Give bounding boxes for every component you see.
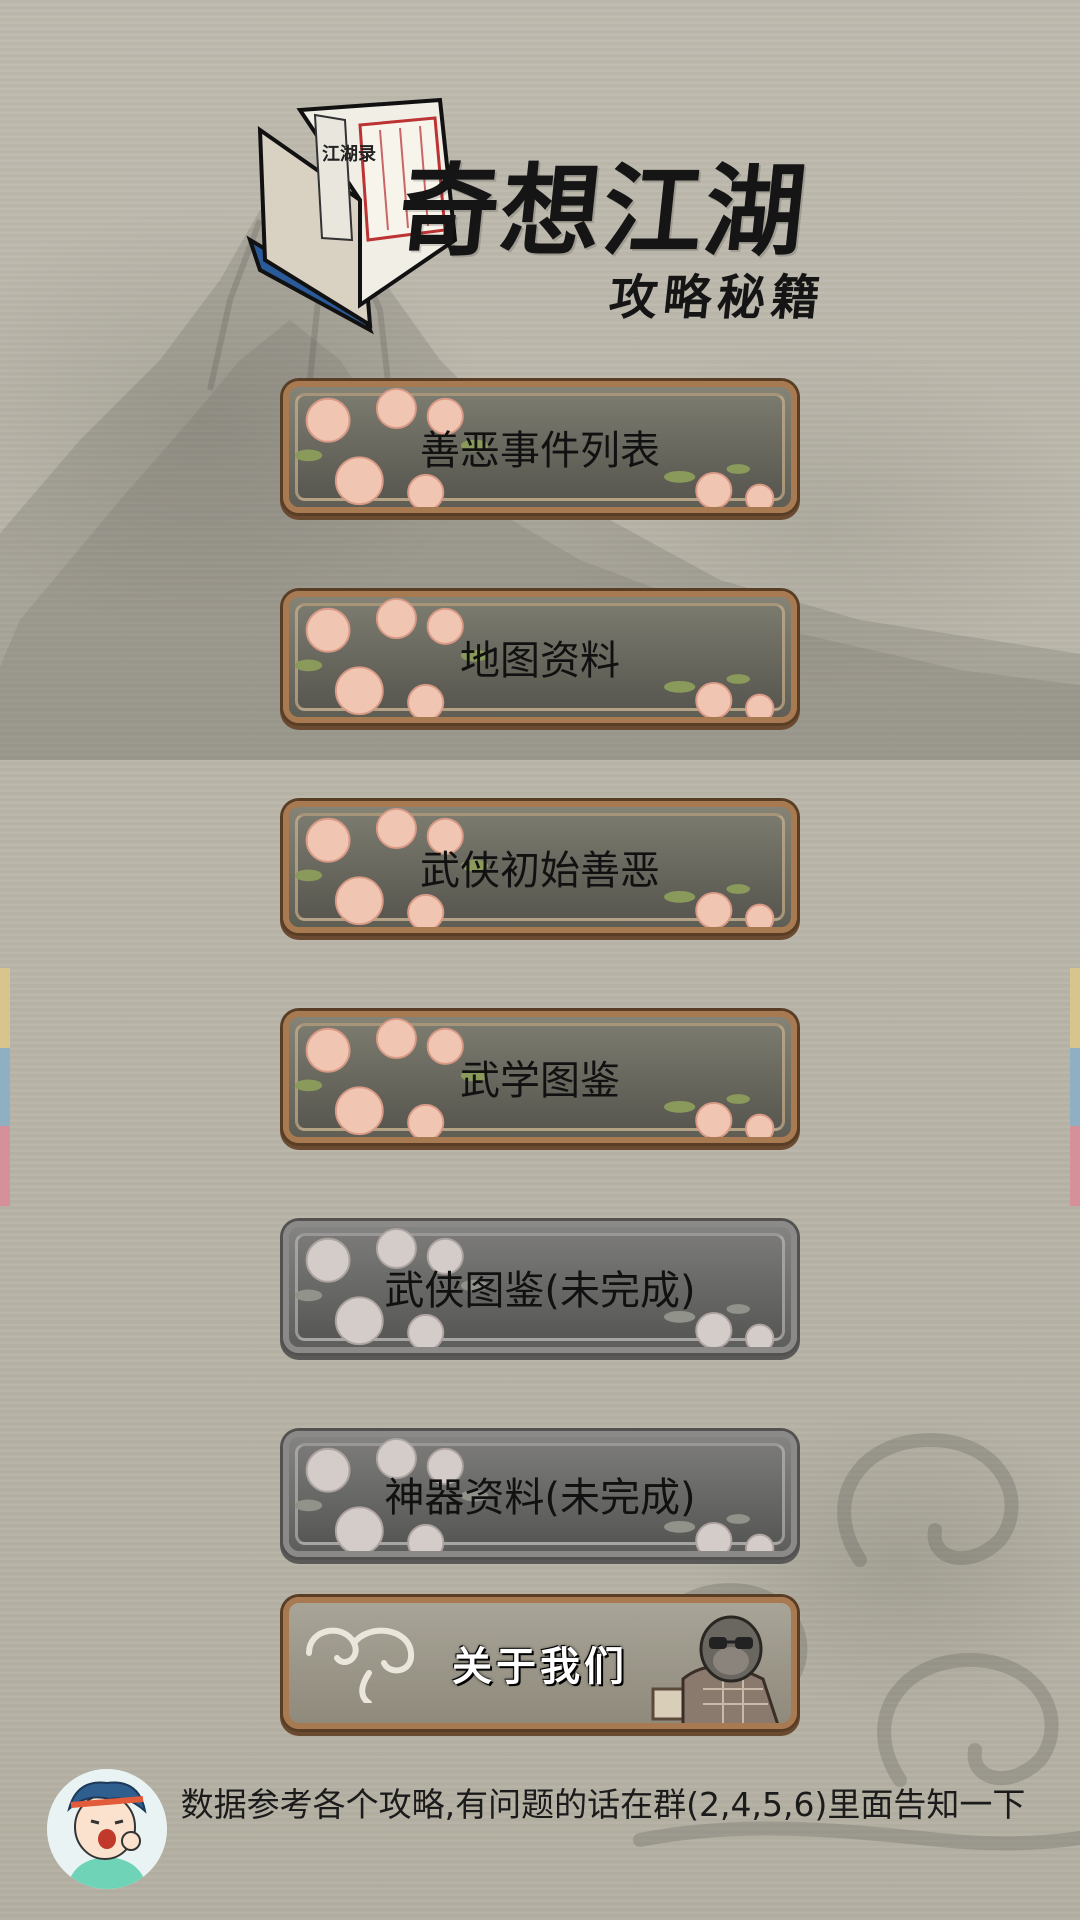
menu-button-hero-atlas[interactable]: 武侠图鉴(未完成) xyxy=(283,1221,797,1353)
menu-button-map-data[interactable]: 地图资料 xyxy=(283,591,797,723)
side-tab-pink-left xyxy=(0,1126,10,1206)
side-tab-yellow-left xyxy=(0,968,10,1048)
logo-title: 奇想江湖 xyxy=(392,152,814,270)
book-cover-text: 江湖录 xyxy=(322,144,376,165)
menu-button-initial-good-evil[interactable]: 武侠初始善恶 xyxy=(283,801,797,933)
menu-button-good-evil-events[interactable]: 善恶事件列表 xyxy=(283,381,797,513)
menu-button-martial-arts-atlas[interactable]: 武学图鉴 xyxy=(283,1011,797,1143)
menu-button-artifact-data[interactable]: 神器资料(未完成) xyxy=(283,1431,797,1557)
menu-label: 武学图鉴 xyxy=(460,1058,620,1104)
menu-label: 神器资料(未完成) xyxy=(384,1475,696,1521)
cartoon-boy-avatar-icon xyxy=(47,1769,167,1889)
side-tab-blue-left xyxy=(0,1048,10,1126)
game-logo: 江湖录 奇想江湖 攻略秘籍 xyxy=(240,90,840,340)
menu-label: 地图资料 xyxy=(460,638,620,684)
side-tab-yellow-right xyxy=(1070,968,1080,1048)
menu-label: 武侠图鉴(未完成) xyxy=(384,1268,696,1314)
about-us-button[interactable]: 关于我们 xyxy=(283,1597,797,1729)
avatar xyxy=(47,1769,167,1889)
side-tab-pink-right xyxy=(1070,1126,1080,1206)
footer-note: 数据参考各个攻略,有问题的话在群(2,4,5,6)里面告知一下 xyxy=(180,1785,1026,1824)
side-tab-blue-right xyxy=(1070,1048,1080,1126)
menu-label: 善恶事件列表 xyxy=(420,428,660,474)
menu-label: 武侠初始善恶 xyxy=(420,848,660,894)
logo-subtitle: 攻略秘籍 xyxy=(606,270,829,326)
about-us-label: 关于我们 xyxy=(452,1643,628,1690)
